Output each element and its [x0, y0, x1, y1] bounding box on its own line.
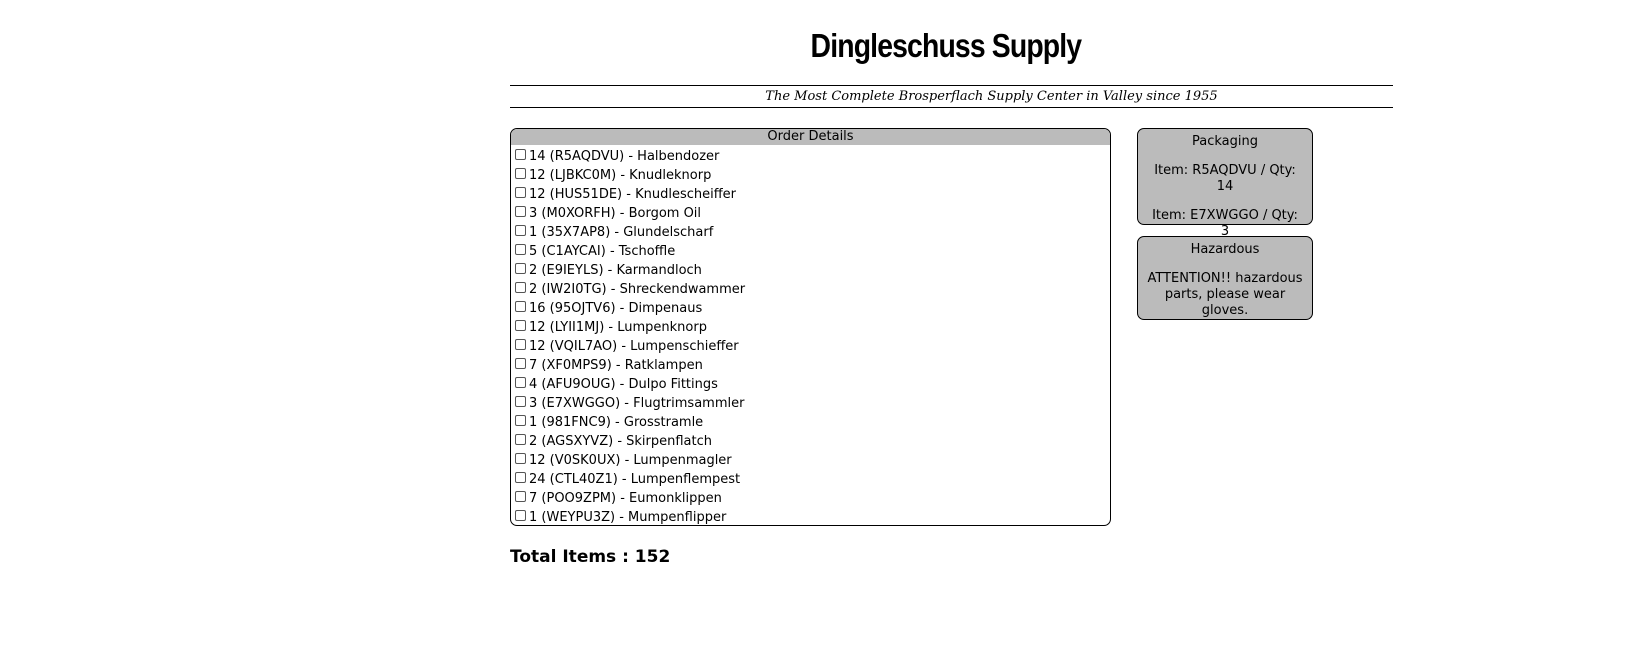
order-item-label: 1 (981FNC9) - Grosstramle — [529, 415, 704, 430]
order-item: 1 (WEYPU3Z) - Mumpenflipper — [515, 508, 1110, 525]
order-item-checkbox[interactable] — [515, 187, 526, 198]
order-item-checkbox[interactable] — [515, 453, 526, 464]
hazardous-message: ATTENTION!! hazardous parts, please wear… — [1147, 271, 1303, 318]
order-item-list: 14 (R5AQDVU) - Halbendozer 12 (LJBKC0M) -… — [511, 145, 1110, 525]
order-item-label: 7 (XF0MPS9) - Ratklampen — [529, 358, 703, 373]
order-item: 14 (R5AQDVU) - Halbendozer — [515, 147, 1110, 166]
order-item: 3 (E7XWGGO) - Flugtrimsammler — [515, 394, 1110, 413]
order-item: 5 (C1AYCAI) - Tschoffle — [515, 242, 1110, 261]
order-item: 12 (V0SK0UX) - Lumpenmagler — [515, 451, 1110, 470]
order-item: 2 (IW2I0TG) - Shreckendwammer — [515, 280, 1110, 299]
order-item: 4 (AFU9OUG) - Dulpo Fittings — [515, 375, 1110, 394]
order-item-label: 2 (E9IEYLS) - Karmandloch — [529, 263, 702, 278]
order-item-checkbox[interactable] — [515, 510, 526, 521]
order-item: 12 (LJBKC0M) - Knudleknorp — [515, 166, 1110, 185]
order-item: 16 (95OJTV6) - Dimpenaus — [515, 299, 1110, 318]
packaging-line: Item: R5AQDVU / Qty: 14 — [1154, 163, 1296, 194]
order-item-checkbox[interactable] — [515, 320, 526, 331]
order-item-checkbox[interactable] — [515, 244, 526, 255]
order-item-checkbox[interactable] — [515, 149, 526, 160]
order-item-checkbox[interactable] — [515, 472, 526, 483]
hazardous-panel: Hazardous ATTENTION!! hazardous parts, p… — [1137, 236, 1313, 320]
total-items: Total Items : 152 — [510, 547, 671, 567]
order-item-checkbox[interactable] — [515, 491, 526, 502]
order-item-label: 2 (AGSXYVZ) - Skirpenflatch — [529, 434, 713, 449]
packaging-panel: Packaging Item: R5AQDVU / Qty: 14 Item: … — [1137, 128, 1313, 239]
order-item-checkbox[interactable] — [515, 225, 526, 236]
order-item-label: 4 (AFU9OUG) - Dulpo Fittings — [529, 377, 718, 392]
site-title: Dingleschuss Supply — [810, 27, 1083, 64]
order-item-checkbox[interactable] — [515, 358, 526, 369]
order-item: 12 (HUS51DE) - Knudlescheiffer — [515, 185, 1110, 204]
order-item-label: 2 (IW2I0TG) - Shreckendwammer — [529, 282, 746, 297]
order-item-checkbox[interactable] — [515, 206, 526, 217]
order-item-label: 7 (POO9ZPM) - Eumonklippen — [529, 491, 722, 506]
order-item-checkbox[interactable] — [515, 301, 526, 312]
order-item-label: 12 (LYII1MJ) - Lumpenknorp — [529, 320, 707, 335]
order-item-label: 1 (WEYPU3Z) - Mumpenflipper — [529, 510, 727, 525]
order-item: 12 (LYII1MJ) - Lumpenknorp — [515, 318, 1110, 337]
page-container: Dingleschuss Supply The Most Complete Br… — [510, 0, 1393, 567]
order-item: 1 (981FNC9) - Grosstramle — [515, 413, 1110, 432]
order-item-checkbox[interactable] — [515, 377, 526, 388]
order-item-checkbox[interactable] — [515, 396, 526, 407]
order-item-label: 5 (C1AYCAI) - Tschoffle — [529, 244, 676, 259]
hazardous-title: Hazardous — [1190, 242, 1260, 257]
order-item-checkbox[interactable] — [515, 434, 526, 445]
order-item-label: 12 (V0SK0UX) - Lumpenmagler — [529, 453, 732, 468]
order-item: 7 (XF0MPS9) - Ratklampen — [515, 356, 1110, 375]
order-item-checkbox[interactable] — [515, 263, 526, 274]
order-item: 1 (35X7AP8) - Glundelscharf — [515, 223, 1110, 242]
packaging-title: Packaging — [1192, 134, 1258, 149]
order-item-label: 3 (M0XORFH) - Borgom Oil — [529, 206, 702, 221]
order-item-label: 12 (HUS51DE) - Knudlescheiffer — [529, 187, 737, 202]
order-item: 24 (CTL40Z1) - Lumpenflempest — [515, 470, 1110, 489]
order-item-checkbox[interactable] — [515, 282, 526, 293]
order-item: 7 (POO9ZPM) - Eumonklippen — [515, 489, 1110, 508]
order-item-label: 12 (VQIL7AO) - Lumpenschieffer — [529, 339, 739, 354]
order-details-heading: Order Details — [511, 129, 1110, 145]
order-item-label: 12 (LJBKC0M) - Knudleknorp — [529, 168, 712, 183]
order-item-label: 1 (35X7AP8) - Glundelscharf — [529, 225, 714, 240]
order-item: 12 (VQIL7AO) - Lumpenschieffer — [515, 337, 1110, 356]
order-item: 2 (AGSXYVZ) - Skirpenflatch — [515, 432, 1110, 451]
order-item-label: 3 (E7XWGGO) - Flugtrimsammler — [529, 396, 745, 411]
order-item-checkbox[interactable] — [515, 415, 526, 426]
order-item-label: 14 (R5AQDVU) - Halbendozer — [529, 149, 720, 164]
order-item-label: 16 (95OJTV6) - Dimpenaus — [529, 301, 703, 316]
order-item: 2 (E9IEYLS) - Karmandloch — [515, 261, 1110, 280]
order-item-label: 24 (CTL40Z1) - Lumpenflempest — [529, 472, 741, 487]
order-item-checkbox[interactable] — [515, 168, 526, 179]
site-tagline: The Most Complete Brosperflach Supply Ce… — [510, 85, 1393, 108]
order-details-panel: Order Details 14 (R5AQDVU) - Halbendozer… — [510, 128, 1111, 526]
order-item: 3 (M0XORFH) - Borgom Oil — [515, 204, 1110, 223]
order-item-checkbox[interactable] — [515, 339, 526, 350]
